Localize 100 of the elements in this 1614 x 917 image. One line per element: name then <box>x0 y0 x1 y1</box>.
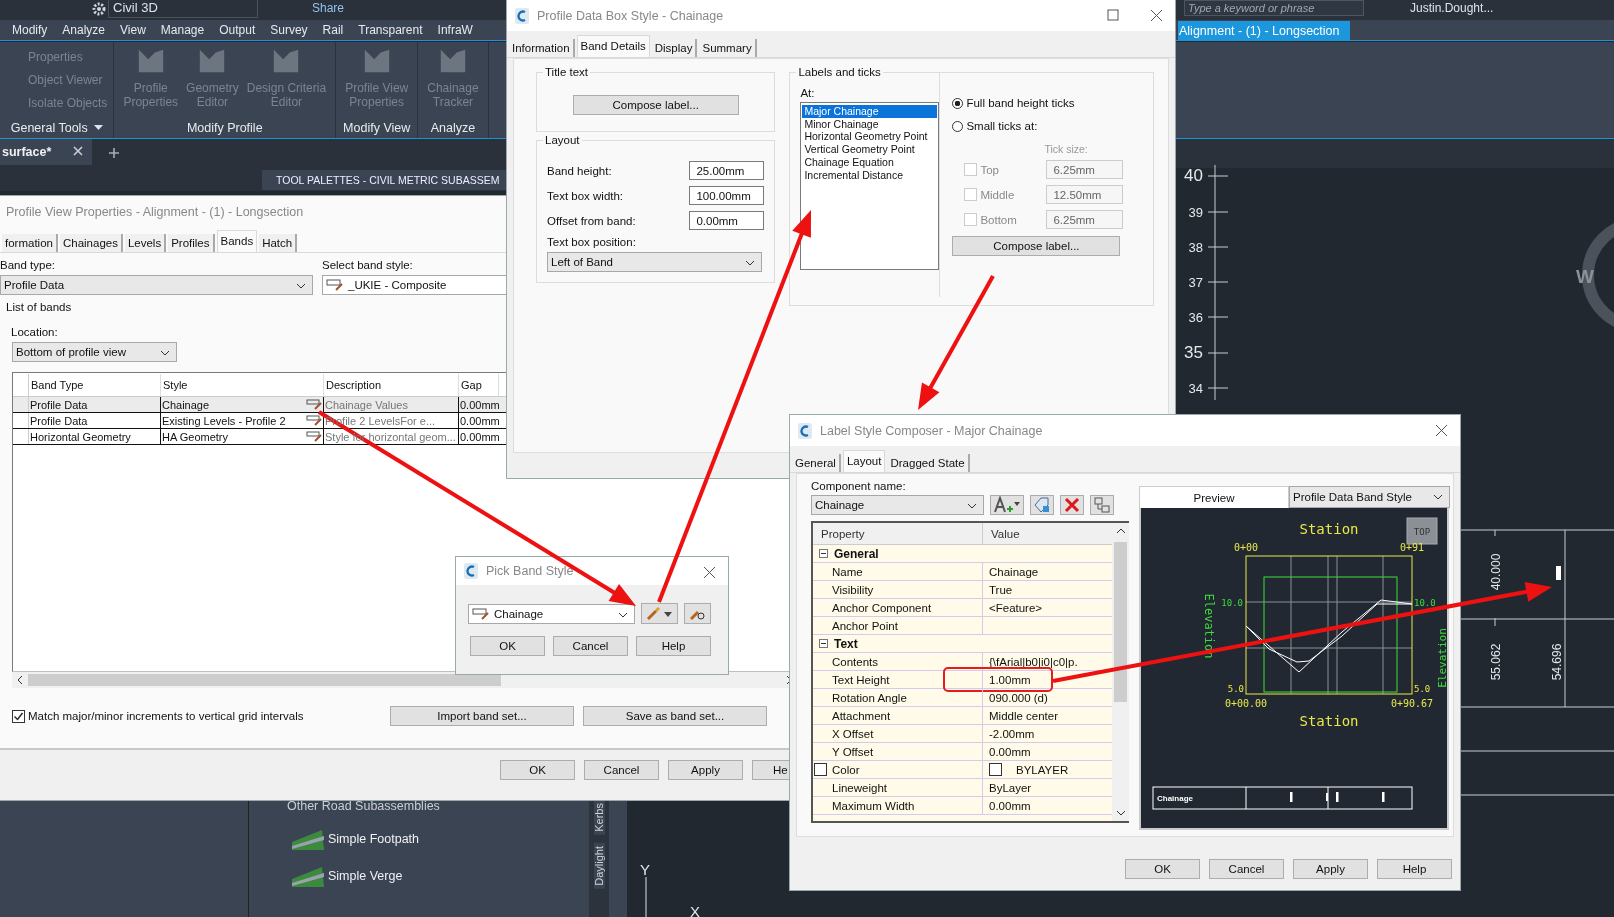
dialog-button[interactable]: Cancel <box>1209 859 1284 879</box>
style-icon[interactable] <box>306 415 322 426</box>
property-value[interactable]: 1.00mm <box>989 673 1031 686</box>
band-style-dropdown[interactable]: Chainage <box>468 603 635 624</box>
value-field[interactable]: 0.00mm <box>689 211 765 230</box>
dialog-button[interactable]: Cancel <box>553 636 628 656</box>
tab[interactable]: formation <box>2 234 58 252</box>
list-item[interactable]: Incremental Distance <box>802 168 938 182</box>
dialog-button[interactable]: Save as band set... <box>583 706 767 726</box>
vertical-scrollbar[interactable] <box>1112 523 1129 821</box>
column-header[interactable]: Property <box>813 523 983 544</box>
dialog-button[interactable]: He <box>752 760 792 780</box>
property-value[interactable]: Middle center <box>989 709 1059 722</box>
panel-title[interactable]: Analyze <box>424 118 482 138</box>
column-header[interactable]: Description <box>324 374 459 396</box>
checkbox[interactable] <box>814 763 827 776</box>
column-header[interactable]: Value <box>983 523 1020 544</box>
gear-icon[interactable] <box>92 2 106 16</box>
value-field[interactable]: 100.00mm <box>689 186 765 205</box>
palette-item[interactable]: Simple Footpath <box>328 832 420 846</box>
dialog-button[interactable]: Apply <box>1293 859 1368 879</box>
palette-tab[interactable]: Kerbs <box>593 800 605 835</box>
radio-button[interactable] <box>952 120 964 132</box>
position-dropdown[interactable]: Left of Band <box>547 252 762 272</box>
ribbon-tab[interactable]: Rail <box>322 20 344 40</box>
list-item[interactable]: Major Chainage <box>802 105 938 118</box>
plus-icon[interactable] <box>108 147 120 159</box>
dialog-button[interactable]: Cancel <box>584 760 659 780</box>
tab[interactable]: Band Details <box>576 35 650 57</box>
close-icon[interactable] <box>1150 9 1163 22</box>
ribbon-tab[interactable]: Modify <box>12 20 48 40</box>
tick-option[interactable]: Small ticks at: <box>952 120 1038 132</box>
dialog-button[interactable]: OK <box>500 760 575 780</box>
collapse-icon[interactable] <box>819 639 828 648</box>
component-order-button[interactable] <box>1090 495 1114 515</box>
property-value[interactable]: BYLAYER <box>1016 763 1069 776</box>
copy-component-button[interactable] <box>1030 495 1054 515</box>
dialog-button[interactable]: Help <box>636 636 711 656</box>
style-icon[interactable] <box>306 431 322 442</box>
property-value[interactable]: <Feature> <box>989 601 1043 614</box>
ribbon-tab[interactable]: Survey <box>270 20 308 40</box>
location-dropdown[interactable]: Bottom of profile view <box>12 342 177 362</box>
ribbon-tab[interactable]: View <box>120 20 146 40</box>
ribbon-tab[interactable]: InfraW <box>437 20 473 40</box>
ribbon-tab[interactable]: Analyze <box>62 20 106 40</box>
compose-label-button[interactable]: Compose label... <box>952 236 1121 256</box>
color-swatch[interactable] <box>989 763 1002 776</box>
dialog-button[interactable]: Apply <box>668 760 743 780</box>
tab[interactable]: Chainages <box>59 234 123 252</box>
value-field[interactable]: 25.00mm <box>689 161 765 180</box>
tab[interactable]: Bands <box>216 230 258 252</box>
palette-item[interactable]: Simple Verge <box>328 869 403 883</box>
ribbon-tab[interactable]: Manage <box>160 20 205 40</box>
column-header[interactable]: Gap <box>459 374 499 396</box>
property-value[interactable]: 0.00mm <box>989 745 1031 758</box>
list-item[interactable]: Chainage Equation <box>802 155 938 169</box>
compose-label-button[interactable]: Compose label... <box>572 95 739 115</box>
list-item[interactable]: Vertical Geometry Point <box>802 143 938 156</box>
road-icon[interactable] <box>292 828 324 850</box>
tick-option[interactable]: Full band height ticks <box>952 97 1075 109</box>
radio-button[interactable] <box>952 97 964 109</box>
ribbon-tab[interactable]: Output <box>219 20 256 40</box>
add-component-button[interactable] <box>990 495 1024 515</box>
document-tab[interactable]: surface* <box>0 139 92 165</box>
panel-title[interactable]: Modify View <box>342 118 412 138</box>
search-field[interactable]: Type a keyword or phrase <box>1184 0 1364 16</box>
tab[interactable]: Hatch <box>259 234 298 252</box>
property-value[interactable]: {\fArial|b0|i0|c0|p. <box>989 655 1078 668</box>
preview-tab[interactable]: Preview <box>1139 486 1289 508</box>
tab[interactable]: Layout <box>842 450 886 472</box>
workspace-dropdown[interactable]: Civil 3D <box>108 0 258 18</box>
dialog-button[interactable]: Help <box>1377 859 1452 879</box>
ribbon-tab[interactable]: Transparent <box>358 20 423 40</box>
panel-title[interactable]: Modify Profile <box>120 118 330 138</box>
match-checkbox[interactable]: Match major/minor increments to vertical grid intervals <box>12 709 390 723</box>
close-icon[interactable] <box>703 566 716 579</box>
column-header[interactable]: Band Type <box>29 374 161 396</box>
top-view-button[interactable] <box>1406 517 1438 545</box>
pick-style-button[interactable] <box>684 603 711 624</box>
tab[interactable]: Levels <box>124 234 167 252</box>
band-type-dropdown[interactable]: Profile Data <box>0 275 313 295</box>
delete-button[interactable] <box>1060 495 1084 515</box>
close-icon[interactable] <box>1435 424 1448 437</box>
list-item[interactable]: Minor Chainage <box>802 117 938 131</box>
property-value[interactable]: 0.00mm <box>989 799 1031 812</box>
dialog-button[interactable]: OK <box>1125 859 1200 879</box>
tab[interactable]: General <box>792 454 841 472</box>
component-dropdown[interactable]: Chainage <box>811 495 984 515</box>
checkbox[interactable] <box>12 709 25 723</box>
collapse-icon[interactable] <box>819 549 828 558</box>
dialog-button[interactable]: OK <box>470 636 545 656</box>
property-value[interactable]: Chainage <box>989 565 1039 578</box>
style-icon[interactable] <box>306 399 322 410</box>
column-header[interactable]: Style <box>161 374 324 396</box>
tab[interactable]: Profiles <box>168 234 215 252</box>
preview-style-dropdown[interactable]: Profile Data Band Style <box>1289 486 1450 508</box>
maximize-icon[interactable] <box>1107 9 1119 21</box>
dialog-button[interactable]: Import band set... <box>390 706 574 726</box>
edit-style-button[interactable] <box>641 603 678 624</box>
list-item[interactable]: Horizontal Geometry Point <box>802 130 938 144</box>
